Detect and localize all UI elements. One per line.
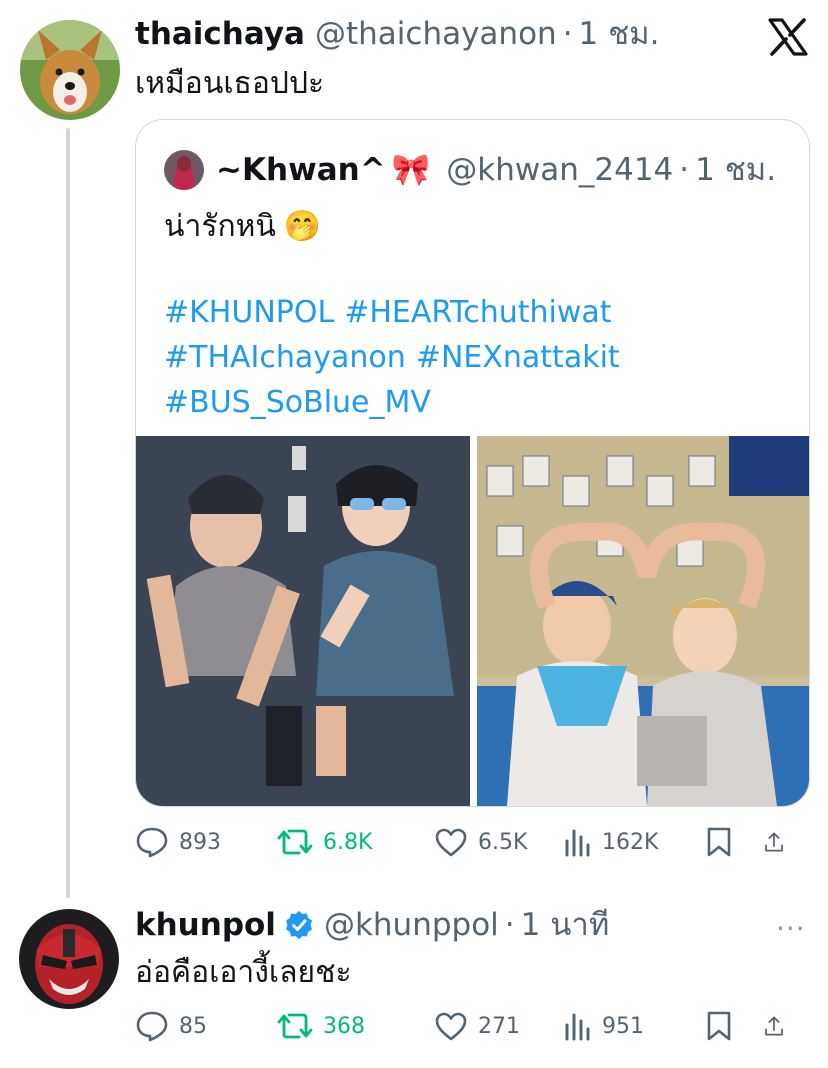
like-icon xyxy=(435,828,467,857)
like-button[interactable]: 6.5K xyxy=(434,827,564,857)
media-grid xyxy=(136,436,809,806)
quote-author-name[interactable]: ~Khwan^ xyxy=(216,150,386,190)
quote-text: น่ารักหนิ xyxy=(164,209,276,244)
hashtag-link[interactable]: #KHUNPOL xyxy=(164,290,334,335)
quote-text-line: น่ารักหนิ 🤭 xyxy=(164,206,321,248)
timestamp[interactable]: 1 ชม. xyxy=(579,14,660,54)
reply-count: 85 xyxy=(179,1013,207,1039)
avatar-thaichaya[interactable] xyxy=(20,20,120,120)
reply-button[interactable]: 893 xyxy=(135,826,277,858)
retweet-icon xyxy=(277,1013,313,1039)
avatar-khwan[interactable] xyxy=(164,150,204,190)
bookmark-button[interactable] xyxy=(706,826,764,858)
views-count: 951 xyxy=(602,1013,644,1039)
reply-button[interactable]: 85 xyxy=(135,1010,277,1042)
bookmark-icon xyxy=(707,827,731,857)
views-icon xyxy=(565,829,590,857)
hashtag-list: #KHUNPOL #HEARTchuthiwat #THAIchayanon #NE… xyxy=(164,290,784,425)
tweet-actions: 893 6.8K 6.5K 162K xyxy=(135,820,807,864)
thread-line xyxy=(66,128,70,898)
more-icon[interactable]: ··· xyxy=(776,912,806,945)
avatar-khunpol[interactable] xyxy=(19,909,119,1009)
author-name[interactable]: thaichaya xyxy=(135,14,305,54)
reply-icon xyxy=(136,827,168,858)
tweet-thread: thaichaya @thaichayanon · 1 ชม. เหมือนเธ… xyxy=(0,0,828,1068)
reply-actions: 85 368 271 951 xyxy=(135,1004,807,1048)
reply-count: 893 xyxy=(179,829,221,855)
retweet-count: 368 xyxy=(323,1013,365,1039)
media-photo-2[interactable] xyxy=(477,436,809,806)
like-count: 271 xyxy=(478,1013,520,1039)
hashtag-link[interactable]: #NEXnattakit xyxy=(416,335,620,380)
quoted-tweet-card[interactable]: ~Khwan^ 🎀 @khwan_2414 · 1 ชม. น่ารักหนิ … xyxy=(135,119,810,807)
hand-over-mouth-emoji: 🤭 xyxy=(283,209,322,244)
share-button[interactable] xyxy=(764,826,794,858)
share-icon xyxy=(765,1016,783,1036)
retweet-icon xyxy=(277,829,313,855)
author-handle[interactable]: @thaichayanon xyxy=(315,14,557,54)
quote-author-handle[interactable]: @khwan_2414 xyxy=(446,150,673,190)
bookmark-icon xyxy=(707,1011,731,1041)
views-icon xyxy=(565,1013,590,1041)
reply-author-handle[interactable]: @khunppol xyxy=(324,905,499,945)
retweet-button[interactable]: 368 xyxy=(277,1011,434,1041)
hashtag-link[interactable]: #HEARTchuthiwat xyxy=(344,290,611,335)
separator-dot: · xyxy=(562,16,573,52)
bow-emoji: 🎀 xyxy=(391,152,431,188)
reply-icon xyxy=(136,1011,168,1042)
separator-dot: · xyxy=(679,152,690,188)
tweet-header: thaichaya @thaichayanon · 1 ชม. xyxy=(135,14,659,54)
media-photo-1[interactable] xyxy=(136,436,470,806)
views-button[interactable]: 951 xyxy=(564,1011,706,1041)
reply-header: khunpol @khunppol · 1 นาที xyxy=(135,905,609,945)
verified-icon xyxy=(285,911,312,939)
quote-header: ~Khwan^ 🎀 @khwan_2414 · 1 ชม. xyxy=(164,150,776,190)
reply-author-name[interactable]: khunpol xyxy=(135,905,276,945)
bookmark-button[interactable] xyxy=(706,1010,764,1042)
share-icon xyxy=(765,832,783,852)
retweet-count: 6.8K xyxy=(323,829,373,855)
views-count: 162K xyxy=(602,829,659,855)
like-icon xyxy=(435,1012,467,1041)
separator-dot: · xyxy=(504,907,515,943)
reply-text: อ่อคือเอางี้เลยชะ xyxy=(135,955,352,990)
like-button[interactable]: 271 xyxy=(434,1011,564,1041)
x-logo-icon[interactable] xyxy=(768,18,808,56)
reply-timestamp[interactable]: 1 นาที xyxy=(521,905,610,945)
hashtag-link[interactable]: #BUS_SoBlue_MV xyxy=(164,380,431,425)
tweet-text: เหมือนเธอปปะ xyxy=(135,66,325,101)
share-button[interactable] xyxy=(764,1010,794,1042)
retweet-button[interactable]: 6.8K xyxy=(277,827,434,857)
views-button[interactable]: 162K xyxy=(564,827,706,857)
hashtag-link[interactable]: #THAIchayanon xyxy=(164,335,406,380)
like-count: 6.5K xyxy=(478,829,528,855)
quote-timestamp[interactable]: 1 ชม. xyxy=(695,150,776,190)
